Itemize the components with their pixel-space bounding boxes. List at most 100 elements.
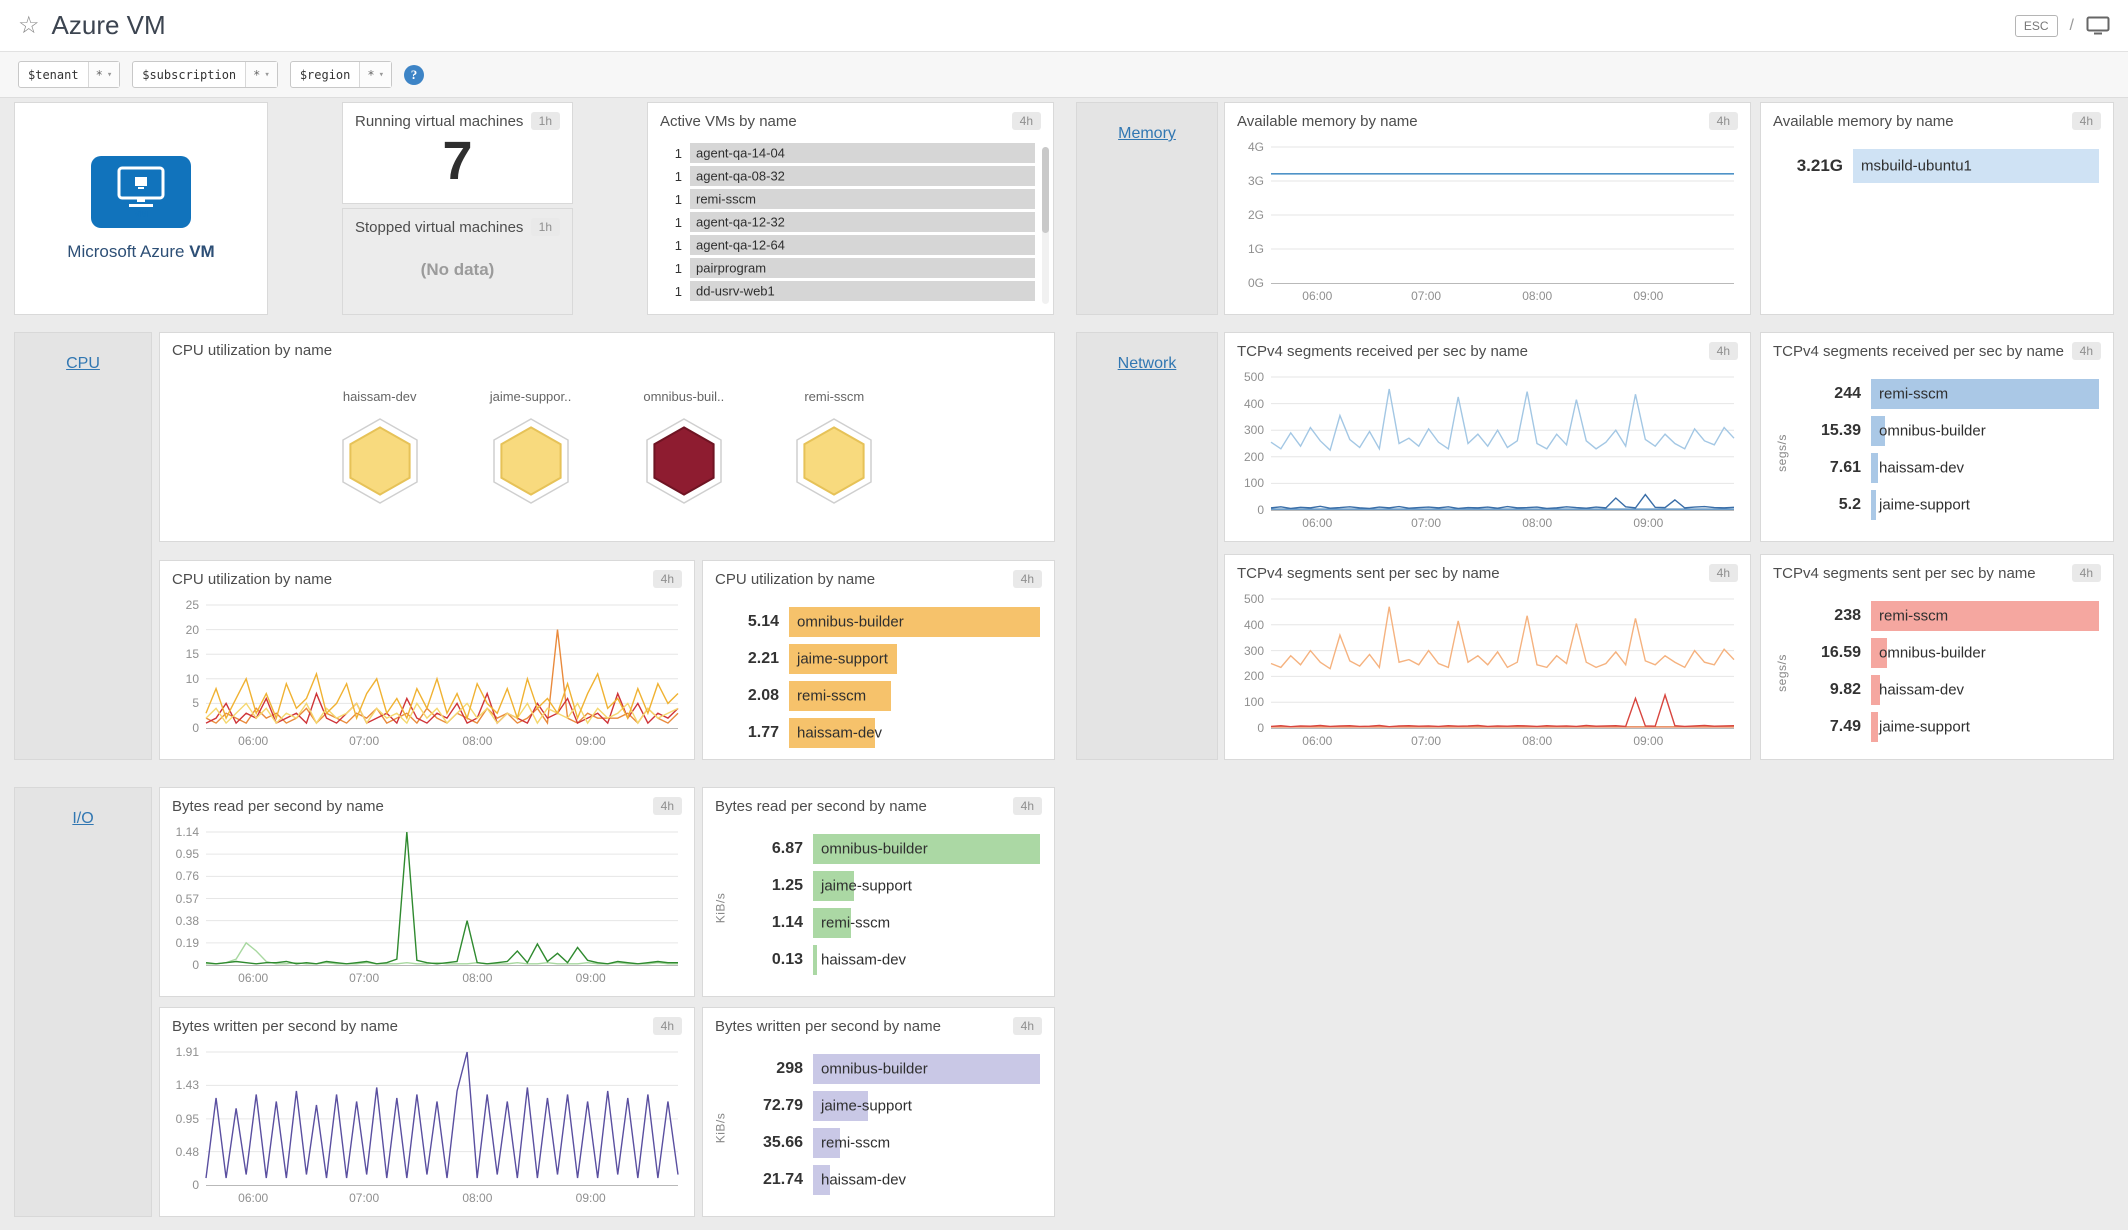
list-row[interactable]: 1pairprogram xyxy=(662,258,1035,278)
list-row[interactable]: 15.39omnibus-builder xyxy=(1799,416,2099,446)
list-row[interactable]: 1agent-qa-12-64 xyxy=(662,235,1035,255)
tcp-sent-list-chart[interactable]: segs/s238remi-sscm16.59omnibus-builder9.… xyxy=(1799,601,2099,747)
available-memory-list-chart[interactable]: 3.21Gmsbuild-ubuntu1 xyxy=(1775,149,2099,302)
list-row-label: msbuild-ubuntu1 xyxy=(1861,158,1972,175)
list-row[interactable]: 2.08remi-sscm xyxy=(717,681,1040,711)
bytes-written-list-chart[interactable]: KiB/s298omnibus-builder72.79jaime-suppor… xyxy=(741,1054,1040,1204)
list-row[interactable]: 16.59omnibus-builder xyxy=(1799,638,2099,668)
list-row[interactable]: 1dd-usrv-web1 xyxy=(662,281,1035,301)
y-axis-tick: 1.43 xyxy=(176,1078,199,1092)
honeycomb-cell[interactable]: haissam-dev xyxy=(342,389,418,504)
scrollbar[interactable] xyxy=(1042,147,1049,304)
filter-pill-region[interactable]: $region * ▾ xyxy=(290,61,392,88)
list-row[interactable]: 1agent-qa-08-32 xyxy=(662,166,1035,186)
list-row[interactable]: 238remi-sscm xyxy=(1799,601,2099,631)
list-row[interactable]: 298omnibus-builder xyxy=(741,1054,1040,1084)
card-title: TCPv4 segments received per sec by name xyxy=(1237,343,1528,360)
bytes-written-line-chart[interactable]: 00.480.951.431.9106:0007:0008:0009:00 xyxy=(206,1052,678,1186)
list-row-label: remi-sscm xyxy=(1879,386,1948,403)
filter-value-dropdown[interactable]: * ▾ xyxy=(245,62,277,87)
card-tcp-sent-list: TCPv4 segments sent per sec by name 4h s… xyxy=(1760,554,2114,760)
line-plot-area[interactable]: 00.190.380.570.760.951.1406:0007:0008:00… xyxy=(206,832,678,966)
list-row[interactable]: 2.21jaime-support xyxy=(717,644,1040,674)
list-row[interactable]: 1remi-sscm xyxy=(662,189,1035,209)
list-row-value: 1 xyxy=(662,261,682,276)
filter-pill-subscription[interactable]: $subscription * ▾ xyxy=(132,61,278,88)
list-row-bar-area: omnibus-builder xyxy=(1871,416,2099,446)
list-row[interactable]: 1agent-qa-14-04 xyxy=(662,143,1035,163)
section-link-cpu[interactable]: CPU xyxy=(66,355,100,372)
vm-monitor-icon: VM xyxy=(109,166,173,218)
list-row[interactable]: 1agent-qa-12-32 xyxy=(662,212,1035,232)
series-remi-sscm xyxy=(206,943,678,964)
card-title: TCPv4 segments received per sec by name xyxy=(1773,343,2064,360)
filter-value-dropdown[interactable]: * ▾ xyxy=(88,62,120,87)
list-row-label: omnibus-builder xyxy=(821,1061,928,1078)
filter-value-dropdown[interactable]: * ▾ xyxy=(359,62,391,87)
esc-key-badge[interactable]: ESC xyxy=(2015,15,2058,37)
bytes-read-list-chart[interactable]: KiB/s6.87omnibus-builder1.25jaime-suppor… xyxy=(741,834,1040,984)
available-memory-line-chart[interactable]: 0G1G2G3G4G06:0007:0008:0009:00 xyxy=(1271,147,1734,284)
y-axis-tick: 300 xyxy=(1244,423,1264,437)
list-row[interactable]: 1.25jaime-support xyxy=(741,871,1040,901)
cpu-utilization-list-chart[interactable]: 5.14omnibus-builder 2.21jaime-support 2.08… xyxy=(717,607,1040,747)
line-plot-area[interactable]: 051015202506:0007:0008:0009:00 xyxy=(206,605,678,729)
x-axis-tick: 09:00 xyxy=(576,734,606,748)
line-plot-area[interactable]: 0G1G2G3G4G06:0007:0008:0009:00 xyxy=(1271,147,1734,284)
list-row[interactable]: 9.82haissam-dev xyxy=(1799,675,2099,705)
cpu-utilization-line-chart[interactable]: 051015202506:0007:0008:0009:00 xyxy=(206,605,678,729)
series-jaime-support xyxy=(206,630,678,723)
list-row[interactable]: 0.13haissam-dev xyxy=(741,945,1040,975)
list-row[interactable]: 6.87omnibus-builder xyxy=(741,834,1040,864)
time-window-badge: 4h xyxy=(653,797,682,815)
section-link-io[interactable]: I/O xyxy=(72,810,93,827)
card-title: Active VMs by name xyxy=(660,113,797,130)
list-row-bar-area: haissam-dev xyxy=(813,945,1040,975)
list-row-label: agent-qa-14-04 xyxy=(696,146,785,161)
series-remi-sscm xyxy=(1271,607,1734,669)
hexagon-icon xyxy=(493,418,569,504)
y-axis-tick: 0.95 xyxy=(176,847,199,861)
time-window-badge: 4h xyxy=(2072,112,2101,130)
help-icon[interactable]: ? xyxy=(404,65,424,85)
list-row-value: 1.77 xyxy=(717,724,779,742)
line-plot-area[interactable]: 010020030040050006:0007:0008:0009:00 xyxy=(1271,377,1734,511)
list-row[interactable]: 7.61haissam-dev xyxy=(1799,453,2099,483)
cpu-honeycomb-chart[interactable]: haissam-dev jaime-suppor.. omnibus-buil.. r… xyxy=(172,373,1042,529)
honeycomb-cell[interactable]: remi-sscm xyxy=(796,389,872,504)
list-row[interactable]: 5.14omnibus-builder xyxy=(717,607,1040,637)
list-row[interactable]: 1.77haissam-dev xyxy=(717,718,1040,748)
honeycomb-cell[interactable]: omnibus-buil.. xyxy=(643,389,724,504)
list-row-value: 1 xyxy=(662,192,682,207)
bytes-read-line-chart[interactable]: 00.190.380.570.760.951.1406:0007:0008:00… xyxy=(206,832,678,966)
tcp-received-line-chart[interactable]: 010020030040050006:0007:0008:0009:00 xyxy=(1271,377,1734,511)
favorite-star-icon[interactable]: ☆ xyxy=(18,14,40,38)
filter-pill-tenant[interactable]: $tenant * ▾ xyxy=(18,61,120,88)
plot-canvas xyxy=(1271,147,1734,283)
honeycomb-cell[interactable]: jaime-suppor.. xyxy=(490,389,572,504)
list-row[interactable]: 244remi-sscm xyxy=(1799,379,2099,409)
section-link-memory[interactable]: Memory xyxy=(1118,125,1176,142)
list-row-bar-area: omnibus-builder xyxy=(813,834,1040,864)
y-axis-tick: 500 xyxy=(1244,592,1264,606)
fullscreen-display-icon[interactable] xyxy=(2086,16,2110,35)
list-row[interactable]: 3.21Gmsbuild-ubuntu1 xyxy=(1775,149,2099,183)
list-row[interactable]: 1.14remi-sscm xyxy=(741,908,1040,938)
list-row-bar-area: msbuild-ubuntu1 xyxy=(1853,149,2099,183)
x-axis-tick: 07:00 xyxy=(1411,516,1441,530)
x-axis-tick: 07:00 xyxy=(349,971,379,985)
line-plot-area[interactable]: 010020030040050006:0007:0008:0009:00 xyxy=(1271,599,1734,729)
line-plot-area[interactable]: 00.480.951.431.9106:0007:0008:0009:00 xyxy=(206,1052,678,1186)
tcp-sent-line-chart[interactable]: 010020030040050006:0007:0008:0009:00 xyxy=(1271,599,1734,729)
list-row[interactable]: 5.2jaime-support xyxy=(1799,490,2099,520)
list-row[interactable]: 7.49jaime-support xyxy=(1799,712,2099,742)
list-row[interactable]: 72.79jaime-support xyxy=(741,1091,1040,1121)
section-link-network[interactable]: Network xyxy=(1118,355,1177,372)
series-omnibus-builder xyxy=(206,832,678,964)
scrollbar-thumb[interactable] xyxy=(1042,147,1049,233)
active-vms-list-chart[interactable]: 1agent-qa-14-041agent-qa-08-321remi-sscm… xyxy=(662,143,1035,302)
list-row[interactable]: 35.66remi-sscm xyxy=(741,1128,1040,1158)
list-row[interactable]: 21.74haissam-dev xyxy=(741,1165,1040,1195)
card-active-vms: Active VMs by name 4h 1agent-qa-14-041ag… xyxy=(647,102,1054,315)
tcp-received-list-chart[interactable]: segs/s244remi-sscm15.39omnibus-builder7.… xyxy=(1799,379,2099,529)
